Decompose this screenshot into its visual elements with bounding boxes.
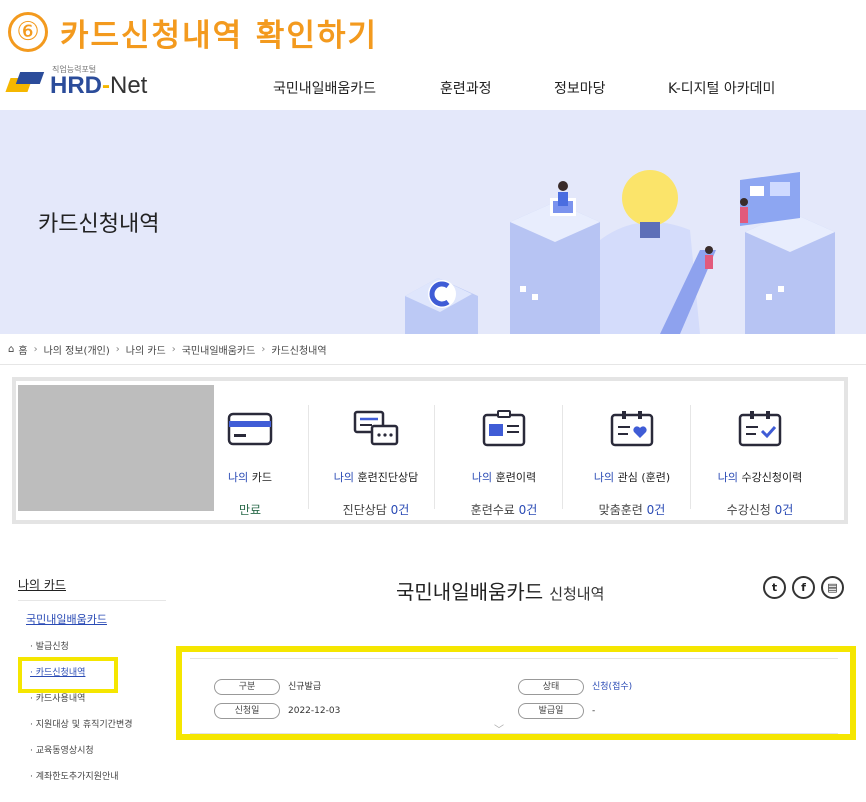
step-text: 카드신청내역 확인하기	[60, 17, 378, 54]
page-title-sub: 신청내역	[549, 585, 605, 603]
date-label: 신청일	[214, 703, 280, 719]
summary-divider	[308, 405, 309, 509]
twitter-icon[interactable]: t	[763, 576, 786, 599]
nav-info-madang[interactable]: 정보마당	[554, 78, 606, 98]
breadcrumb-separator: ›	[171, 343, 176, 355]
issue-date-label: 발급일	[518, 703, 584, 719]
check-board-icon	[738, 411, 782, 447]
profile-photo-placeholder	[18, 385, 214, 511]
breadcrumb-my-info[interactable]: 나의 정보(개인)	[44, 342, 110, 357]
facebook-icon[interactable]: f	[792, 576, 815, 599]
chevron-down-icon[interactable]: ﹀	[494, 721, 504, 736]
menu-item-support-change[interactable]: · 지원대상 및 휴직기간변경	[30, 717, 166, 743]
page-banner: 카드신청내역	[0, 110, 866, 334]
site-header: 직업능력포털 HRD-Net 국민내일배움카드 훈련과정 정보마당 K-디지털 …	[0, 60, 866, 110]
banner-illustration	[405, 170, 835, 334]
page-title: 국민내일배움카드 신청내역	[396, 576, 604, 606]
type-label: 구분	[214, 679, 280, 695]
summary-divider	[562, 405, 563, 509]
summary-my-card[interactable]: 나의 카드 만료	[186, 401, 314, 517]
menu-item-account-limit[interactable]: · 계좌한도추가지원안내	[30, 769, 166, 795]
id-card-icon	[482, 410, 526, 447]
summary-divider	[434, 405, 435, 509]
chat-consult-icon	[353, 410, 399, 446]
share-buttons: t f ▤	[763, 576, 844, 599]
menu-item-card-usage[interactable]: · 카드사용내역	[30, 691, 166, 717]
summary-training-consult[interactable]: 나의 훈련진단상담 진단상담 0건	[312, 401, 440, 517]
step-number: ⑥	[8, 12, 48, 52]
type-value: 신규발급	[288, 682, 322, 692]
menu-item-education-video[interactable]: · 교육동영상시청	[30, 743, 166, 769]
summary-enrollment-history[interactable]: 나의 수강신청이력 수강신청 0건	[696, 401, 824, 517]
summary-training-history[interactable]: 나의 훈련이력 훈련수료 0건	[440, 401, 568, 517]
main-nav: 국민내일배움카드 훈련과정 정보마당 K-디지털 아카데미	[0, 78, 866, 98]
menu-highlight-box	[18, 657, 118, 693]
application-detail: 구분 신규발급 상태 신청(접수) 신청일 2022-12-03 발급일 - ﹀	[190, 658, 838, 736]
heart-board-icon	[610, 411, 654, 447]
menu-national-card[interactable]: 국민내일배움카드	[26, 611, 166, 639]
status-value: 신청(접수)	[592, 682, 633, 692]
step-title: ⑥ 카드신청내역 확인하기	[8, 6, 378, 58]
issue-date-value: -	[592, 706, 596, 716]
menu-title-my-card[interactable]: 나의 카드	[18, 576, 166, 600]
nav-national-card[interactable]: 국민내일배움카드	[273, 78, 376, 98]
breadcrumb-separator: ›	[261, 343, 266, 355]
date-value: 2022-12-03	[288, 706, 341, 716]
logo-subtitle: 직업능력포털	[52, 65, 97, 74]
menu-divider	[18, 600, 166, 601]
print-icon[interactable]: ▤	[821, 576, 844, 599]
summary-interest-training[interactable]: 나의 관심 (훈련) 맞춤훈련 0건	[568, 401, 696, 517]
breadcrumb-separator: ›	[33, 343, 38, 355]
breadcrumb-home[interactable]: 홈	[18, 342, 27, 357]
my-summary-panel: 나의 카드 만료 나의 훈련진단상담 진단상담 0건 나의 훈련이력 훈련수료 …	[12, 377, 848, 524]
summary-divider	[690, 405, 691, 509]
breadcrumb-divider	[0, 364, 866, 365]
nav-k-digital-academy[interactable]: K-디지털 아카데미	[668, 78, 775, 98]
application-detail-highlight: 구분 신규발급 상태 신청(접수) 신청일 2022-12-03 발급일 - ﹀	[176, 646, 856, 740]
card-icon	[227, 412, 273, 446]
breadcrumb: ⌂ 홈 › 나의 정보(개인) › 나의 카드 › 국민내일배움카드 › 카드신…	[8, 340, 327, 358]
nav-training-course[interactable]: 훈련과정	[440, 78, 492, 98]
breadcrumb-card-application: 카드신청내역	[271, 345, 327, 357]
status-label: 상태	[518, 679, 584, 695]
breadcrumb-my-card[interactable]: 나의 카드	[126, 342, 166, 357]
breadcrumb-separator: ›	[115, 343, 120, 355]
home-icon[interactable]: ⌂	[8, 344, 14, 355]
breadcrumb-national-card[interactable]: 국민내일배움카드	[182, 342, 256, 357]
page-title-main: 국민내일배움카드	[396, 580, 544, 604]
